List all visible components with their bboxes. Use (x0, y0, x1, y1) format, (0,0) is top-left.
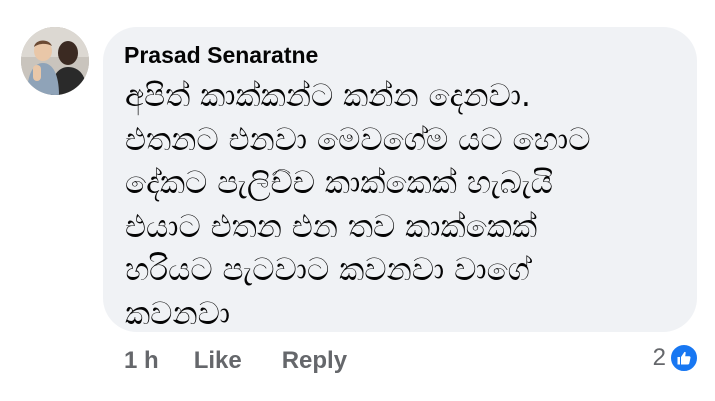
comment-timestamp[interactable]: 1 h (124, 347, 159, 375)
avatar-photo (21, 27, 89, 95)
thumbs-up-icon (669, 343, 699, 373)
comment-bubble: Prasad Senaratne අපිත් කාක්කන්ට කන්න දෙන… (103, 27, 697, 332)
comment-author[interactable]: Prasad Senaratne (124, 41, 679, 69)
avatar[interactable] (21, 27, 89, 95)
reaction-summary[interactable]: 2 (653, 343, 699, 373)
comment-actions: 1 h Like Reply (124, 345, 387, 377)
comment-text: අපිත් කාක්කන්ට කන්න දෙනවා. එතනට එනවා මෙව… (125, 78, 591, 332)
like-button[interactable]: Like (194, 347, 242, 375)
reaction-count: 2 (652, 344, 666, 371)
reply-button[interactable]: Reply (282, 347, 347, 375)
